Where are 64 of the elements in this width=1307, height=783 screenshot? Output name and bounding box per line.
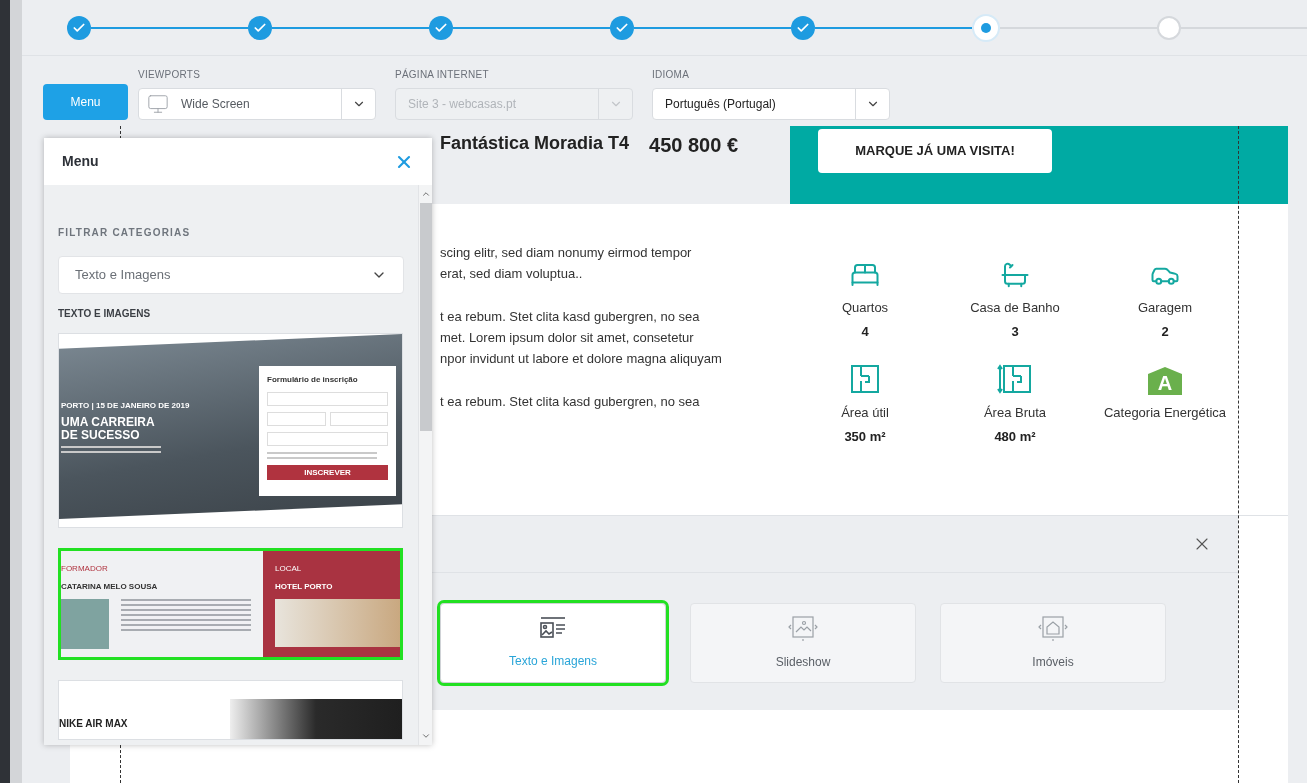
feature-label: Área Bruta	[983, 404, 1047, 422]
description-line: met. Lorem ipsum dolor sit amet, consetetur	[440, 329, 695, 347]
energy-grade-badge: A	[1148, 367, 1182, 395]
field-label: PÁGINA INTERNET	[395, 67, 490, 82]
description-line: npor invidunt ut labore et dolore magna aliquyam	[440, 350, 723, 368]
house-icon	[1038, 615, 1068, 641]
venue-label: LOCAL	[275, 563, 303, 575]
event-date: PORTO | 15 DE JANEIRO DE 2019	[61, 400, 190, 412]
floor-plan-icon	[849, 363, 881, 395]
feature-value: 350 m²	[844, 427, 886, 446]
field-label: VIEWPORTS	[138, 68, 202, 82]
step-done-icon[interactable]	[610, 15, 634, 40]
dropdown-field[interactable]: Português (Portugal)	[652, 88, 890, 120]
panel-title: Menu	[62, 152, 99, 171]
template-card[interactable]: FORMADOR CATARINA MELO SOUSA LOCAL HOTEL PORTO	[58, 548, 403, 660]
step-current-icon[interactable]	[972, 13, 1000, 42]
form-submit: INSCREVER	[267, 465, 388, 480]
image-text-icon	[539, 616, 567, 640]
scroll-down-icon[interactable]	[420, 731, 431, 741]
description-line: erat, sed diam voluptua..	[440, 265, 584, 283]
template-card[interactable]: NIKE AIR MAX	[58, 680, 403, 740]
feature-value: 3	[1011, 322, 1019, 341]
description-line: t ea rebum. Stet clita kasd gubergren, no sea	[440, 393, 701, 411]
section-label: FILTRAR CATEGORIAS	[58, 226, 192, 240]
form-title: Formulário de inscrição	[267, 374, 359, 386]
description-line: t ea rebum. Stet clita kasd gubergren, no sea	[440, 308, 701, 326]
field-label: IDIOMA	[652, 68, 691, 82]
feature-label: Categoria Energética	[1103, 404, 1227, 422]
block-type-card[interactable]: Imóveis	[940, 603, 1166, 683]
scroll-up-icon[interactable]	[420, 189, 431, 199]
template-card[interactable]: PORTO | 15 DE JANEIRO DE 2019 UMA CARREIRA DE SUCESSO Formulário de inscrição INSCREVER	[58, 333, 403, 528]
block-type-card[interactable]: Slideshow	[690, 603, 916, 683]
speaker-name: CATARINA MELO SOUSA	[61, 581, 159, 593]
bathtub-icon	[1000, 260, 1030, 290]
property-title: Fantástica Moradia T4	[440, 132, 630, 155]
step-pending-icon[interactable]	[1157, 15, 1181, 40]
feature-value: 480 m²	[994, 427, 1036, 446]
event-headline: UMA CARREIRA DE SUCESSO	[61, 416, 156, 442]
section-heading: TEXTO E IMAGENS	[58, 307, 152, 321]
speaker-role: FORMADOR	[61, 563, 109, 575]
step-done-icon[interactable]	[429, 15, 453, 40]
feature-value: 2	[1161, 322, 1169, 341]
photo-placeholder	[61, 599, 109, 649]
visit-button[interactable]: MARQUE JÁ UMA VISITA!	[818, 129, 1052, 173]
product-headline: NIKE AIR MAX	[59, 717, 128, 731]
feature-label: Casa de Banho	[970, 299, 1060, 317]
form-field	[267, 412, 326, 426]
dropdown-field[interactable]: Wide Screen	[138, 88, 376, 120]
feature-value: 4	[861, 322, 869, 341]
scrollbar[interactable]	[418, 185, 432, 745]
feature-label: Quartos	[841, 299, 889, 317]
category-select[interactable]: Texto e Imagens	[58, 256, 404, 294]
monitor-icon	[147, 93, 169, 115]
feature-label: Garagem	[1137, 299, 1193, 317]
step-done-icon[interactable]	[791, 15, 815, 40]
floor-plan-arrows-icon	[997, 363, 1033, 395]
step-done-icon[interactable]	[67, 15, 91, 40]
venue-name: HOTEL PORTO	[275, 581, 334, 593]
image-gallery-icon	[788, 615, 818, 641]
form-field	[329, 412, 388, 426]
step-done-icon[interactable]	[248, 15, 272, 40]
description-line: scing elitr, sed diam nonumy eirmod tempor	[440, 244, 693, 262]
property-price: 450 800 €	[649, 133, 739, 158]
feature-label: Área útil	[841, 404, 889, 422]
